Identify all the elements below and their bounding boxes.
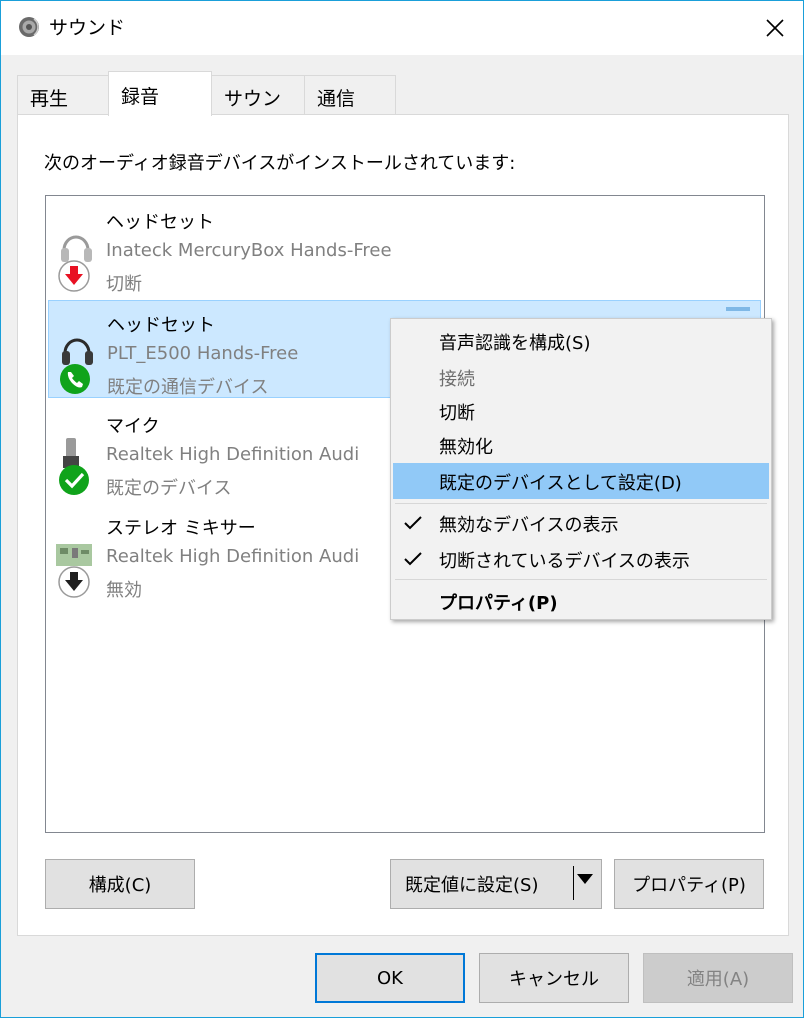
tab-recording[interactable]: 録音	[108, 71, 212, 116]
device-description: Realtek High Definition Audi	[106, 546, 360, 567]
menu-item-configure-speech[interactable]: 音声認識を構成(S)	[393, 323, 769, 359]
device-status: 既定のデバイス	[106, 478, 232, 499]
device-status: 切断	[106, 274, 142, 295]
tab-communications[interactable]: 通信	[304, 75, 396, 115]
menu-item-show-disabled[interactable]: 無効なデバイスの表示	[393, 505, 769, 541]
device-item[interactable]: ヘッドセット Inateck MercuryBox Hands-Free 切断	[48, 198, 761, 296]
ok-button[interactable]: OK	[315, 953, 465, 1003]
device-status: 無効	[106, 580, 142, 601]
device-name: ステレオ ミキサー	[106, 518, 256, 539]
headset-disconnected-icon	[58, 235, 92, 292]
instruction-text: 次のオーディオ録音デバイスがインストールされています:	[44, 153, 516, 174]
menu-item-disconnect[interactable]: 切断	[393, 393, 769, 429]
close-button[interactable]	[747, 1, 803, 55]
split-separator	[573, 866, 574, 900]
device-name: ヘッドセット	[106, 212, 214, 233]
headset-communication-icon	[60, 338, 93, 394]
device-name: ヘッドセット	[107, 315, 215, 336]
context-menu: 音声認識を構成(S) 接続 切断 無効化 既定のデバイスとして設定(D) 無効な…	[390, 318, 772, 620]
microphone-default-icon	[59, 438, 89, 495]
menu-item-connect: 接続	[439, 369, 475, 390]
menu-separator	[395, 579, 767, 580]
menu-separator	[395, 503, 767, 504]
cancel-button[interactable]: キャンセル	[479, 953, 629, 1003]
device-description: PLT_E500 Hands-Free	[107, 343, 299, 364]
properties-button[interactable]: プロパティ(P)	[614, 859, 764, 909]
dropdown-arrow-icon[interactable]	[577, 874, 593, 884]
stereo-mixer-disabled-icon	[56, 544, 92, 598]
tab-sounds[interactable]: サウンド	[211, 75, 305, 137]
tab-playback[interactable]: 再生	[17, 75, 109, 115]
set-default-label: 既定値に設定(S)	[405, 875, 539, 896]
checkmark-icon	[404, 552, 422, 566]
device-description: Realtek High Definition Audi	[106, 444, 360, 465]
device-description: Inateck MercuryBox Hands-Free	[106, 240, 392, 261]
close-icon	[766, 19, 784, 37]
apply-button: 適用(A)	[643, 953, 793, 1003]
configure-button[interactable]: 構成(C)	[45, 859, 195, 909]
menu-item-label: 無効なデバイスの表示	[439, 515, 619, 536]
device-name: マイク	[106, 416, 160, 437]
title-bar: サウンド	[1, 1, 803, 55]
menu-item-show-disconnected[interactable]: 切断されているデバイスの表示	[393, 541, 769, 577]
menu-item-label: 切断されているデバイスの表示	[439, 551, 690, 572]
menu-item-set-default[interactable]: 既定のデバイスとして設定(D)	[393, 463, 769, 499]
set-default-split-button[interactable]: 既定値に設定(S)	[390, 859, 602, 909]
menu-item-disable[interactable]: 無効化	[393, 427, 769, 463]
speaker-icon	[19, 17, 39, 37]
checkmark-icon	[404, 516, 422, 530]
level-meter	[726, 307, 750, 311]
menu-item-properties[interactable]: プロパティ(P)	[393, 583, 769, 619]
device-status: 既定の通信デバイス	[107, 377, 269, 398]
window-title: サウンド	[49, 17, 126, 39]
